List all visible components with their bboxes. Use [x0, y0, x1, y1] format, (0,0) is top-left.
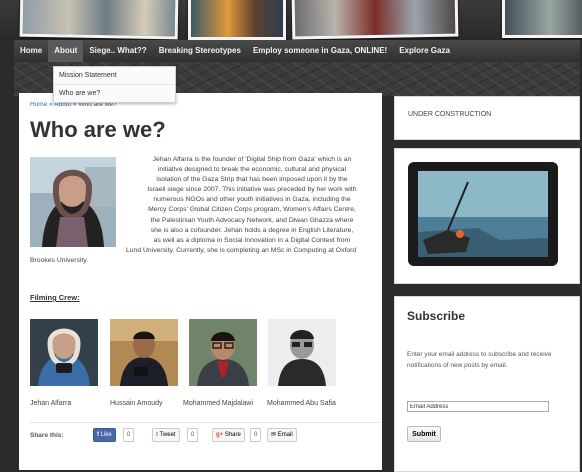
crew-name-3: Mohammed Majdalawi [183, 400, 254, 407]
nav-siege[interactable]: Siege.. What?? [83, 40, 152, 62]
google-plus-share-count: 0 [250, 428, 262, 442]
crew-heading: Filming Crew: [30, 293, 80, 302]
email-share-label: Email [277, 432, 293, 438]
header-photo-4 [502, 0, 582, 38]
crew-name-1: Jehan Alfarra [30, 400, 72, 407]
google-plus-share-button[interactable]: g+ Share [212, 428, 245, 442]
nav-explore-gaza[interactable]: Explore Gaza [393, 40, 456, 62]
header-photo-2 [188, 0, 286, 40]
about-dropdown-menu: Mission Statement Who are we? [53, 66, 176, 103]
email-field[interactable] [407, 401, 549, 412]
main-nav: Home About Siege.. What?? Breaking Stere… [14, 40, 580, 62]
founder-bio: Jehan Alfarra is the founder of 'Digital… [30, 155, 378, 266]
tweet-count: 0 [187, 428, 199, 442]
subscribe-title: Subscribe [407, 309, 466, 323]
google-plus-icon: g+ [216, 432, 224, 438]
subscribe-widget: Subscribe Enter your email address to su… [394, 296, 580, 472]
subscribe-description: Enter your email address to subscribe an… [407, 351, 552, 369]
header-photo-strip [0, 0, 582, 40]
crew-photo-4[interactable] [268, 319, 336, 386]
google-plus-share-label: Share [224, 432, 241, 438]
nav-home[interactable]: Home [14, 40, 48, 62]
crew-name-4: Mohammed Abu Safia [267, 400, 336, 407]
divider [30, 422, 380, 423]
twitter-icon: t [156, 432, 158, 438]
nav-breaking-stereotypes[interactable]: Breaking Stereotypes [153, 40, 247, 62]
nav-about[interactable]: About [48, 40, 84, 62]
facebook-like-label: Like [100, 432, 112, 438]
crew-photo-3[interactable] [189, 319, 257, 386]
facebook-like-button[interactable]: f Like [93, 428, 116, 442]
nav-employ-someone[interactable]: Employ someone in Gaza, ONLINE! [247, 40, 393, 62]
video-thumbnail[interactable] [408, 162, 558, 266]
header-photo-1 [19, 0, 179, 40]
page-title: Who are we? [30, 117, 166, 142]
under-construction-text: UNDER CONSTRUCTION [408, 111, 492, 118]
crew-photo-2[interactable] [110, 319, 178, 386]
crew-photo-1[interactable] [30, 319, 98, 386]
envelope-icon: ✉ [271, 432, 277, 438]
tweet-label: Tweet [159, 432, 176, 438]
breadcrumb-home[interactable]: Home [30, 101, 47, 108]
dropdown-item-mission-statement[interactable]: Mission Statement [54, 67, 175, 85]
under-construction-widget: UNDER CONSTRUCTION [394, 96, 580, 140]
main-content: Home » About » Who are we? Who are we? J… [19, 93, 382, 470]
facebook-like-count: 0 [123, 428, 135, 442]
header-photo-3 [291, 0, 459, 40]
dropdown-item-who-are-we[interactable]: Who are we? [54, 85, 175, 102]
tweet-button[interactable]: t Tweet [152, 428, 180, 442]
crew-name-2: Hussain Amoudy [110, 400, 163, 407]
email-share-button[interactable]: ✉ Email [267, 428, 297, 442]
share-label: Share this: [30, 432, 64, 439]
video-widget [394, 148, 580, 284]
submit-button[interactable]: Submit [407, 426, 441, 442]
facebook-icon: f [97, 432, 99, 438]
